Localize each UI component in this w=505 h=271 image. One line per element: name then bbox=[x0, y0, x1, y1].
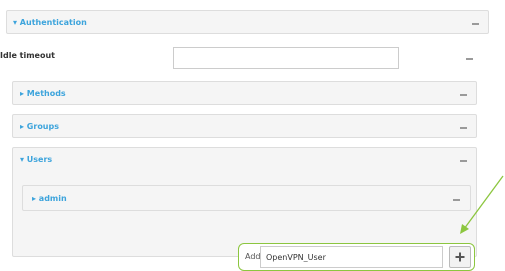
add-user-input[interactable] bbox=[260, 246, 443, 268]
plus-icon bbox=[455, 252, 465, 262]
add-user-button[interactable] bbox=[449, 246, 471, 268]
callout-arrow-icon bbox=[460, 175, 504, 234]
add-user-label: Add bbox=[245, 252, 261, 261]
